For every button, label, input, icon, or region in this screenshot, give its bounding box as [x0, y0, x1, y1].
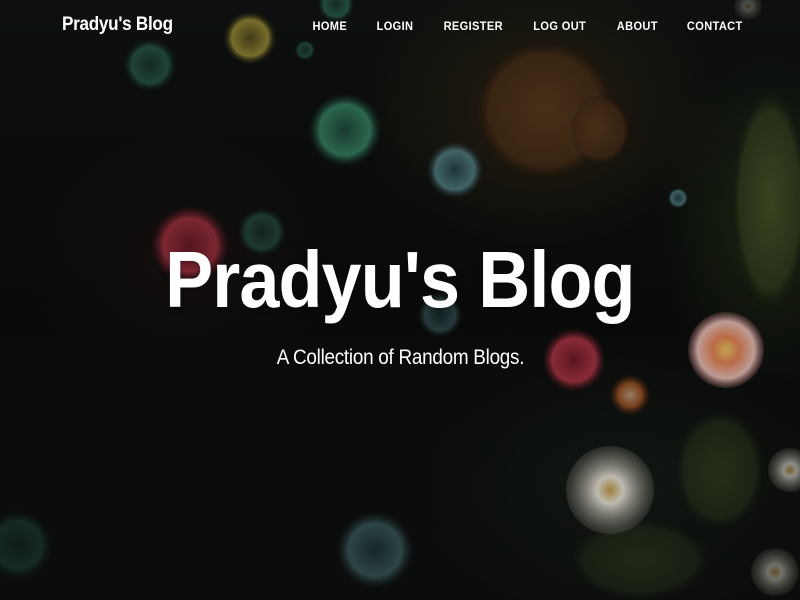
navbar-brand[interactable]: Pradyu's Blog — [62, 14, 173, 36]
nav-link-about[interactable]: ABOUT — [605, 19, 670, 33]
nav-link-contact[interactable]: CONTACT — [675, 19, 743, 33]
nav-link-logout[interactable]: LOG OUT — [522, 19, 599, 33]
masthead: Pradyu's Blog HOME LOGIN REGISTER LOG OU… — [0, 0, 800, 600]
subheading-text: A Collection of Random Blogs. — [276, 346, 524, 369]
nav-link-register[interactable]: REGISTER — [431, 19, 514, 33]
nav-links: HOME LOGIN REGISTER LOG OUT ABOUT CONTAC… — [298, 19, 746, 33]
nav-link-home[interactable]: HOME — [301, 19, 360, 33]
page-title: Pradyu's Blog — [165, 235, 635, 324]
site-heading: Pradyu's Blog — [0, 232, 800, 328]
nav-link-login[interactable]: LOGIN — [364, 19, 425, 33]
subheading: A Collection of Random Blogs. — [0, 346, 800, 370]
navbar: Pradyu's Blog HOME LOGIN REGISTER LOG OU… — [0, 0, 800, 54]
